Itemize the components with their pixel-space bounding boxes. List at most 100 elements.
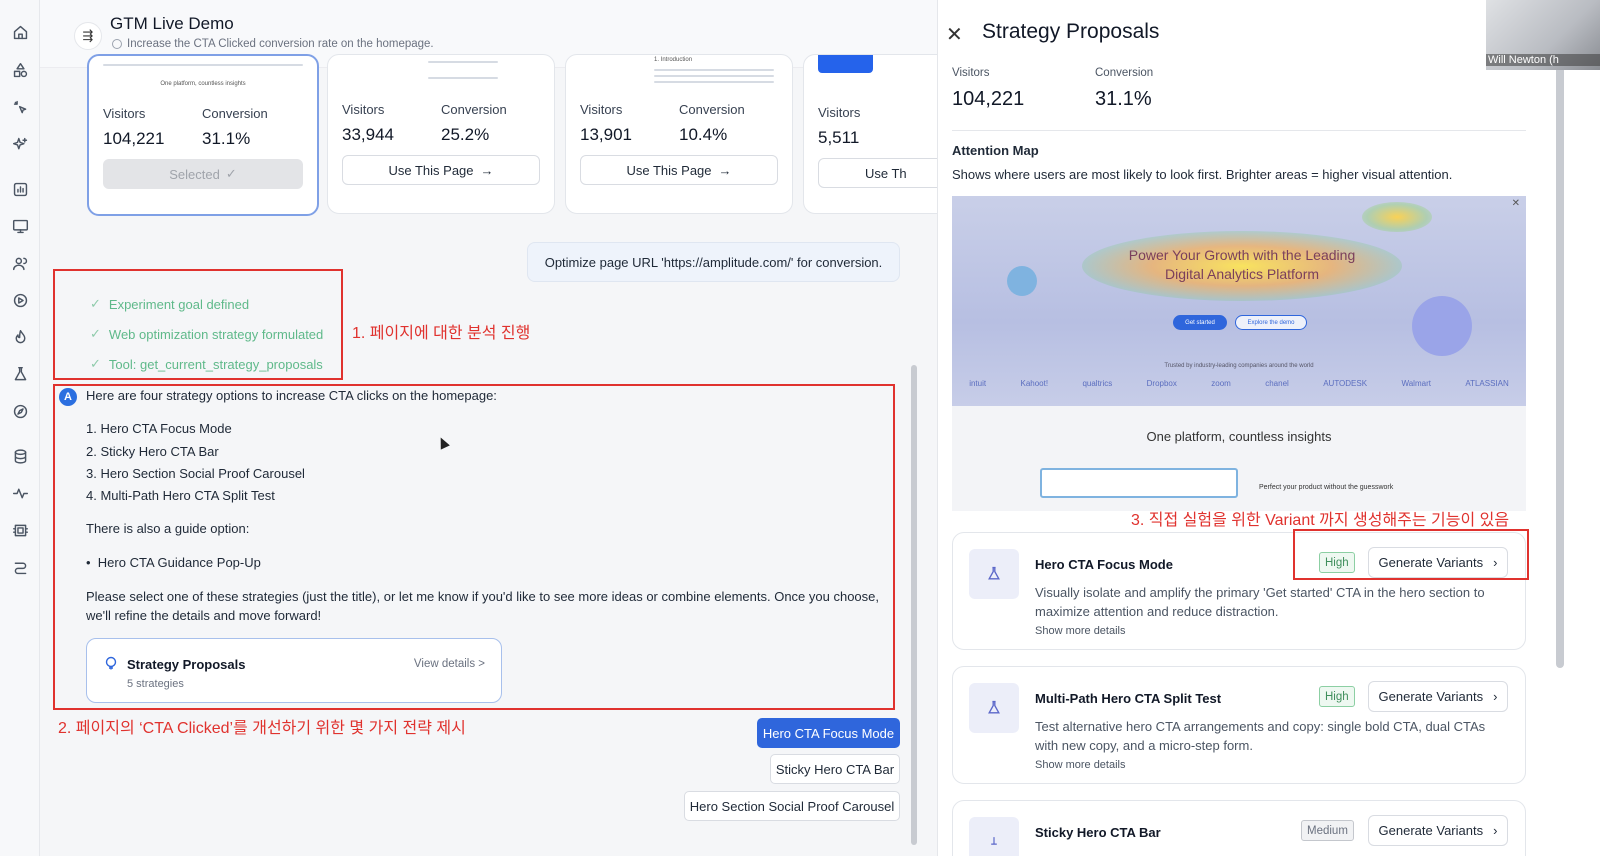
flask-icon xyxy=(969,549,1019,599)
strategy-title: Hero CTA Focus Mode xyxy=(1035,557,1173,572)
strategy-card[interactable]: Sticky Hero CTA Bar Medium Generate Vari… xyxy=(952,800,1526,856)
thumbnail-line xyxy=(428,61,498,63)
heatmap-sub-caption: Perfect your product without the guesswo… xyxy=(1259,484,1394,491)
thumbnail-caption: One platform, countless insights xyxy=(160,81,246,87)
left-nav xyxy=(0,0,40,856)
heatmap-headline: Power Your Growth with the Leading Digita… xyxy=(1092,246,1392,284)
conversion-value: 31.1% xyxy=(202,129,251,148)
annotation-box-1 xyxy=(53,269,343,380)
conversion-label: Conversion xyxy=(441,102,507,117)
logo-text: ATLASSIAN xyxy=(1465,379,1509,388)
show-more-details-link[interactable]: Show more details xyxy=(1035,759,1126,771)
flask-icon xyxy=(969,683,1019,733)
sparkles-icon[interactable] xyxy=(10,134,30,154)
annotation-box-2 xyxy=(53,384,895,710)
annotation-text-3: 3. 직접 실험을 위한 Variant 까지 생성해주는 기능이 있음 xyxy=(1131,512,1510,529)
user-message: Optimize page URL 'https://amplitude.com… xyxy=(527,242,900,282)
selected-button: Selected ✓ xyxy=(103,159,303,189)
page-card[interactable]: Visitors Conversion 33,944 25.2% Use Thi… xyxy=(327,54,555,214)
use-page-label: Use Th xyxy=(865,165,907,181)
panel-conversion-label: Conversion xyxy=(1095,67,1154,79)
heatmap-logos: intuit Kahoot! qualtrics Dropbox zoom ch… xyxy=(952,379,1526,388)
chip-icon[interactable] xyxy=(10,520,30,540)
visitors-value: 5,511 xyxy=(818,128,860,147)
strategy-description: Test alternative hero CTA arrangements a… xyxy=(1035,719,1486,753)
pulse-icon[interactable] xyxy=(10,483,30,503)
chevron-right-icon: › xyxy=(1493,823,1498,838)
heatmap-lower-section xyxy=(952,406,1526,511)
thumbnail-line xyxy=(654,75,774,77)
heatmap-trusted-text: Trusted by industry-leading companies ar… xyxy=(1164,363,1314,369)
use-this-page-button[interactable]: Use This Page → xyxy=(342,155,540,185)
thumbnail-line xyxy=(103,64,303,66)
monitor-icon[interactable] xyxy=(10,216,30,236)
visitors-label: Visitors xyxy=(580,102,623,117)
flask-icon[interactable] xyxy=(10,364,30,384)
heatmap-headline-line: Digital Analytics Platform xyxy=(1164,266,1320,282)
close-icon: ✕ xyxy=(1511,198,1520,209)
sparkle-click-icon[interactable] xyxy=(10,97,30,117)
chip-social-proof-carousel[interactable]: Hero Section Social Proof Carousel xyxy=(684,791,900,821)
use-this-page-button[interactable]: Use This Page → xyxy=(580,155,778,185)
route-icon[interactable] xyxy=(10,557,30,577)
chevron-right-icon: › xyxy=(1493,689,1498,704)
logo-text: AUTODESK xyxy=(1323,379,1368,388)
strategy-panel: ✕ Strategy Proposals Visitors Conversion… xyxy=(937,0,1600,856)
visitors-label: Visitors xyxy=(818,105,861,120)
conversion-label: Conversion xyxy=(679,102,745,117)
page-card[interactable]: Visitors 5,511 Use Th xyxy=(803,54,937,214)
analytics-icon[interactable] xyxy=(10,179,30,199)
logo-text: zoom xyxy=(1211,379,1231,388)
page-card[interactable]: 1. Introduction Visitors Conversion 13,9… xyxy=(565,54,793,214)
flame-icon[interactable] xyxy=(10,327,30,347)
annotation-text-2: 2. 페이지의 ‘CTA Clicked’를 개선하기 위한 몇 가지 전략 제… xyxy=(58,720,466,737)
chat-area: One platform, countless insights Visitor… xyxy=(40,54,937,856)
visitors-value: 33,944 xyxy=(342,125,394,144)
presenter-name: Will Newton (h xyxy=(1486,54,1600,66)
chip-hero-cta-focus-mode[interactable]: Hero CTA Focus Mode xyxy=(757,718,900,748)
heatmap-shape xyxy=(1412,296,1472,356)
annotation-box-3 xyxy=(1293,529,1529,580)
shapes-icon[interactable] xyxy=(10,60,30,80)
generate-variants-button[interactable]: Generate Variants › xyxy=(1368,681,1508,712)
thumbnail-line xyxy=(428,77,498,79)
database-icon[interactable] xyxy=(10,446,30,466)
thumbnail-caption: 1. Introduction xyxy=(654,57,693,63)
panel-scrollbar[interactable] xyxy=(1556,8,1564,668)
selected-label: Selected xyxy=(169,166,220,182)
use-page-label: Use This Page xyxy=(388,162,474,178)
presenter-video: Will Newton (h xyxy=(1486,0,1600,70)
thumbnail-line xyxy=(654,81,774,83)
project-goal: Increase the CTA Clicked conversion rate… xyxy=(127,38,434,50)
generate-variants-button[interactable]: Generate Variants › xyxy=(1368,815,1508,846)
generate-variants-label: Generate Variants xyxy=(1378,823,1484,838)
compass-icon[interactable] xyxy=(10,401,30,421)
strategy-title: Multi-Path Hero CTA Split Test xyxy=(1035,691,1222,706)
conversion-value: 25.2% xyxy=(441,125,490,144)
use-this-page-button[interactable]: Use Th xyxy=(818,158,937,188)
home-icon[interactable] xyxy=(10,22,30,42)
heatmap-screenshot xyxy=(1040,468,1238,498)
play-icon[interactable] xyxy=(10,290,30,310)
chat-scrollbar[interactable] xyxy=(911,365,917,845)
clock-icon xyxy=(112,39,122,49)
chip-sticky-hero-cta-bar[interactable]: Sticky Hero CTA Bar xyxy=(770,754,900,784)
strategy-card[interactable]: Multi-Path Hero CTA Split Test High Gene… xyxy=(952,666,1526,784)
conversion-label: Conversion xyxy=(202,106,268,121)
users-icon[interactable] xyxy=(10,253,30,273)
visitors-label: Visitors xyxy=(342,102,385,117)
page-card-selected[interactable]: One platform, countless insights Visitor… xyxy=(87,54,319,216)
visitors-label: Visitors xyxy=(103,106,146,121)
project-title: GTM Live Demo xyxy=(110,14,234,33)
show-more-details-link[interactable]: Show more details xyxy=(1035,625,1126,637)
use-page-label: Use This Page xyxy=(626,162,712,178)
heatmap-headline-line: Power Your Growth with the Leading xyxy=(1128,247,1356,263)
logo-text: Kahoot! xyxy=(1020,379,1049,388)
pin-icon xyxy=(969,817,1019,856)
attention-map-description: Shows where users are most likely to loo… xyxy=(952,167,1453,182)
close-icon[interactable]: ✕ xyxy=(946,22,963,47)
priority-badge: Medium xyxy=(1301,820,1354,841)
logo-text: chanel xyxy=(1265,379,1289,388)
collapse-sidebar-icon[interactable]: ⇶ xyxy=(74,22,102,50)
logo-text: Walmart xyxy=(1401,379,1431,388)
